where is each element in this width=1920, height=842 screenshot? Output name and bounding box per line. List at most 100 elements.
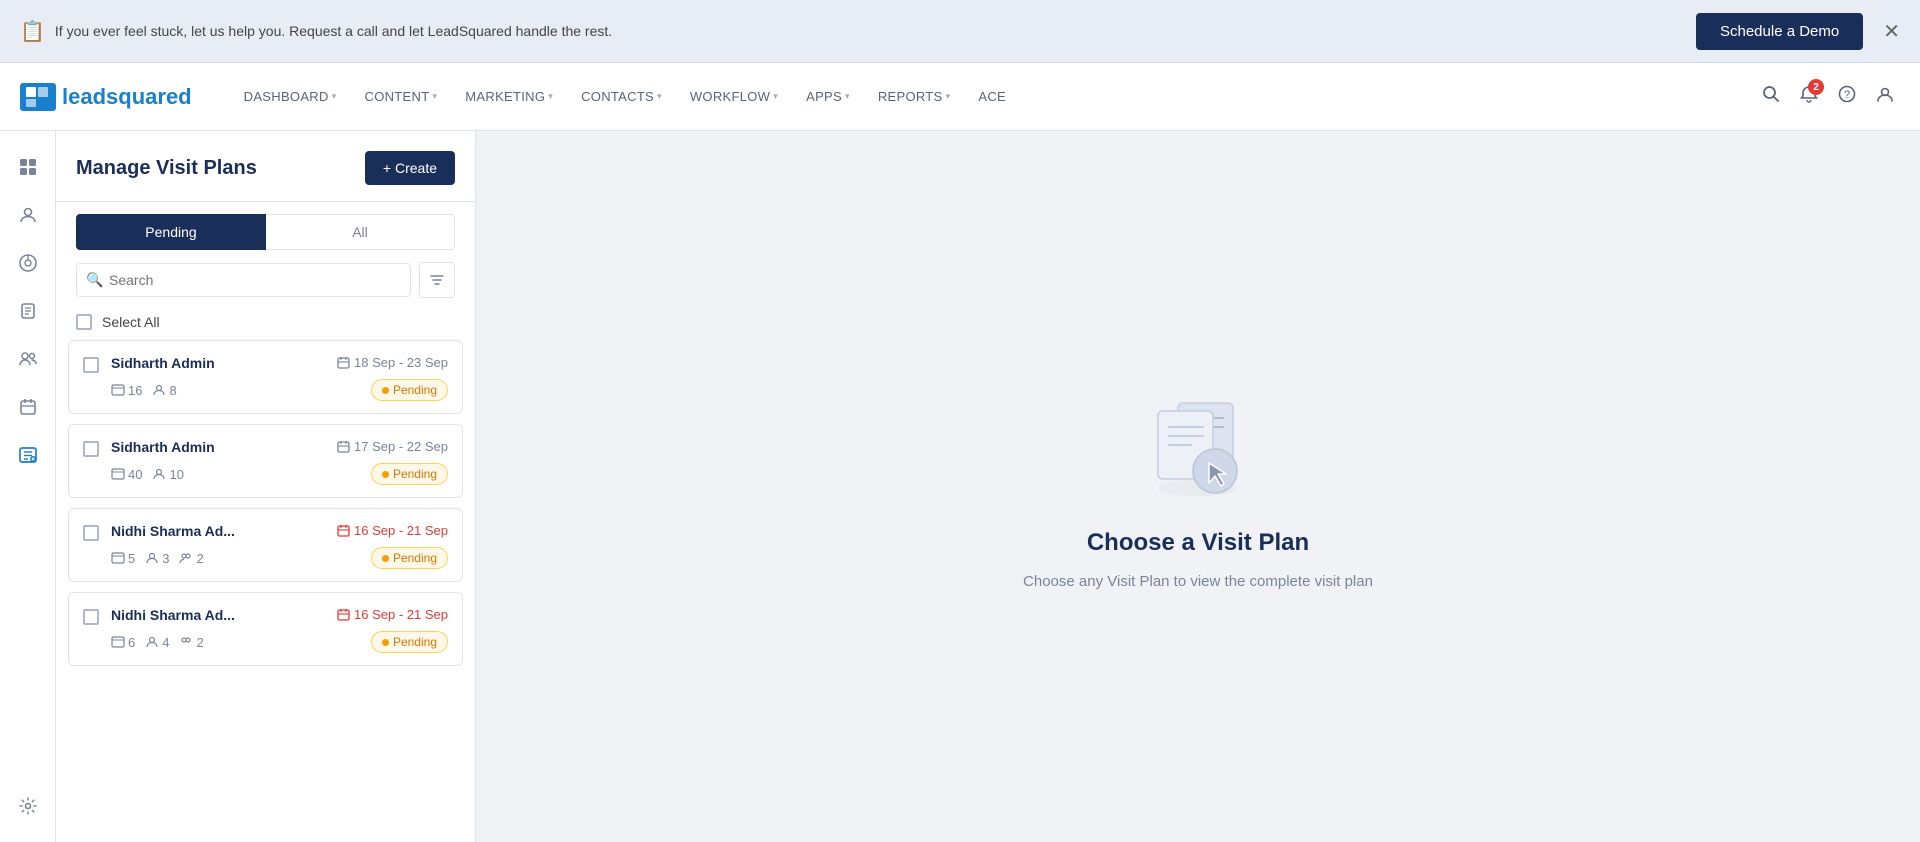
search-icon: 🔍 <box>86 272 103 289</box>
search-area: 🔍 <box>56 250 475 310</box>
chevron-down-icon: ▾ <box>657 91 662 102</box>
search-input-wrap: 🔍 <box>76 263 411 297</box>
filter-button[interactable] <box>419 262 455 298</box>
sidebar-icons <box>0 131 56 842</box>
nav-actions: 2 ? <box>1756 79 1900 114</box>
pending-dot <box>382 555 389 562</box>
nav-contacts[interactable]: CONTACTS ▾ <box>569 81 674 112</box>
card-checkbox-2[interactable] <box>83 441 99 457</box>
pending-dot <box>382 387 389 394</box>
nav-workflow[interactable]: WORKFLOW ▾ <box>678 81 790 112</box>
search-input[interactable] <box>76 263 411 297</box>
card-name-3: Nidhi Sharma Ad... <box>111 523 235 539</box>
tab-all[interactable]: All <box>266 214 455 250</box>
select-all-checkbox[interactable] <box>76 314 92 330</box>
card-stat-visits: 6 <box>111 635 135 650</box>
card-date-1: 18 Sep - 23 Sep <box>337 355 448 370</box>
banner-text-content: If you ever feel stuck, let us help you.… <box>55 23 612 39</box>
banner-message: 📋 If you ever feel stuck, let us help yo… <box>20 19 612 44</box>
card-checkbox-1[interactable] <box>83 357 99 373</box>
chevron-down-icon: ▾ <box>773 91 778 102</box>
card-stats-1: 16 8 <box>111 383 177 398</box>
visit-plan-card[interactable]: Nidhi Sharma Ad... 16 Sep - 21 Sep 5 <box>68 508 463 582</box>
card-content-3: Nidhi Sharma Ad... 16 Sep - 21 Sep 5 <box>111 523 448 569</box>
top-navigation: leadsquared DASHBOARD ▾ CONTENT ▾ MARKET… <box>0 63 1920 131</box>
card-status-badge-2: Pending <box>371 463 448 485</box>
visit-plan-card[interactable]: Nidhi Sharma Ad... 16 Sep - 21 Sep 6 <box>68 592 463 666</box>
nav-ace[interactable]: ACE <box>966 81 1018 112</box>
card-stat-contacts: 4 <box>145 635 169 650</box>
sidebar-forms-icon[interactable] <box>8 291 48 331</box>
card-stat-visits: 5 <box>111 551 135 566</box>
banner-icon: 📋 <box>20 19 45 44</box>
select-all-row: Select All <box>56 310 475 340</box>
logo-text: leadsquared <box>62 84 192 110</box>
chevron-down-icon: ▾ <box>845 91 850 102</box>
panel-title: Manage Visit Plans <box>76 157 257 180</box>
tab-pending[interactable]: Pending <box>76 214 266 250</box>
card-checkbox-4[interactable] <box>83 609 99 625</box>
empty-state-subtitle: Choose any Visit Plan to view the comple… <box>1023 573 1373 590</box>
svg-text:?: ? <box>1844 89 1850 101</box>
visit-plan-card[interactable]: Sidharth Admin 18 Sep - 23 Sep 16 <box>68 340 463 414</box>
card-date-2: 17 Sep - 22 Sep <box>337 439 448 454</box>
card-name-1: Sidharth Admin <box>111 355 215 371</box>
search-button[interactable] <box>1756 79 1786 114</box>
sidebar-visit-plans-icon[interactable] <box>8 435 48 475</box>
card-stat-extra: 2 <box>179 635 203 650</box>
sidebar-contacts-icon[interactable] <box>8 195 48 235</box>
chevron-down-icon: ▾ <box>332 91 337 102</box>
help-button[interactable]: ? <box>1832 79 1862 114</box>
pending-dot <box>382 471 389 478</box>
panel-header: Manage Visit Plans + Create <box>56 131 475 202</box>
card-stat-visits: 40 <box>111 467 142 482</box>
nav-apps[interactable]: APPS ▾ <box>794 81 862 112</box>
sidebar-users-icon[interactable] <box>8 339 48 379</box>
card-stat-extra: 2 <box>179 551 203 566</box>
sidebar-home-icon[interactable] <box>8 147 48 187</box>
card-stats-2: 40 10 <box>111 467 184 482</box>
nav-reports[interactable]: REPORTS ▾ <box>866 81 963 112</box>
card-checkbox-3[interactable] <box>83 525 99 541</box>
top-banner: 📋 If you ever feel stuck, let us help yo… <box>0 0 1920 63</box>
visit-plan-card[interactable]: Sidharth Admin 17 Sep - 22 Sep 40 <box>68 424 463 498</box>
notifications-button[interactable]: 2 <box>1794 79 1824 114</box>
nav-menu: DASHBOARD ▾ CONTENT ▾ MARKETING ▾ CONTAC… <box>232 81 1756 112</box>
chevron-down-icon: ▾ <box>946 91 951 102</box>
notification-badge: 2 <box>1808 79 1824 95</box>
card-stats-3: 5 3 2 <box>111 551 204 566</box>
sidebar-reports-icon[interactable] <box>8 243 48 283</box>
nav-content[interactable]: CONTENT ▾ <box>353 81 450 112</box>
card-stat-contacts: 10 <box>152 467 183 482</box>
logo-icon <box>20 83 56 111</box>
nav-marketing[interactable]: MARKETING ▾ <box>453 81 565 112</box>
card-stat-contacts: 3 <box>145 551 169 566</box>
left-panel: Manage Visit Plans + Create Pending All … <box>56 131 476 842</box>
card-name-4: Nidhi Sharma Ad... <box>111 607 235 623</box>
card-status-badge-4: Pending <box>371 631 448 653</box>
sidebar-settings-icon[interactable] <box>8 786 48 826</box>
card-date-3: 16 Sep - 21 Sep <box>337 523 448 538</box>
empty-state-title: Choose a Visit Plan <box>1087 529 1309 557</box>
create-button[interactable]: + Create <box>365 151 455 185</box>
main-layout: Manage Visit Plans + Create Pending All … <box>0 131 1920 842</box>
schedule-demo-button[interactable]: Schedule a Demo <box>1696 13 1863 50</box>
card-date-4: 16 Sep - 21 Sep <box>337 607 448 622</box>
banner-close-button[interactable]: ✕ <box>1883 19 1900 44</box>
select-all-label[interactable]: Select All <box>102 314 160 330</box>
user-profile-button[interactable] <box>1870 79 1900 114</box>
card-status-badge-3: Pending <box>371 547 448 569</box>
card-content-1: Sidharth Admin 18 Sep - 23 Sep 16 <box>111 355 448 401</box>
chevron-down-icon: ▾ <box>432 91 437 102</box>
chevron-down-icon: ▾ <box>548 91 553 102</box>
logo[interactable]: leadsquared <box>20 83 192 111</box>
card-stat-visits: 16 <box>111 383 142 398</box>
pending-dot <box>382 639 389 646</box>
sidebar-calendar-icon[interactable] <box>8 387 48 427</box>
card-stat-contacts: 8 <box>152 383 176 398</box>
nav-dashboard[interactable]: DASHBOARD ▾ <box>232 81 349 112</box>
card-status-badge-1: Pending <box>371 379 448 401</box>
empty-illustration <box>1133 383 1263 513</box>
card-stats-4: 6 4 2 <box>111 635 204 650</box>
card-content-2: Sidharth Admin 17 Sep - 22 Sep 40 <box>111 439 448 485</box>
